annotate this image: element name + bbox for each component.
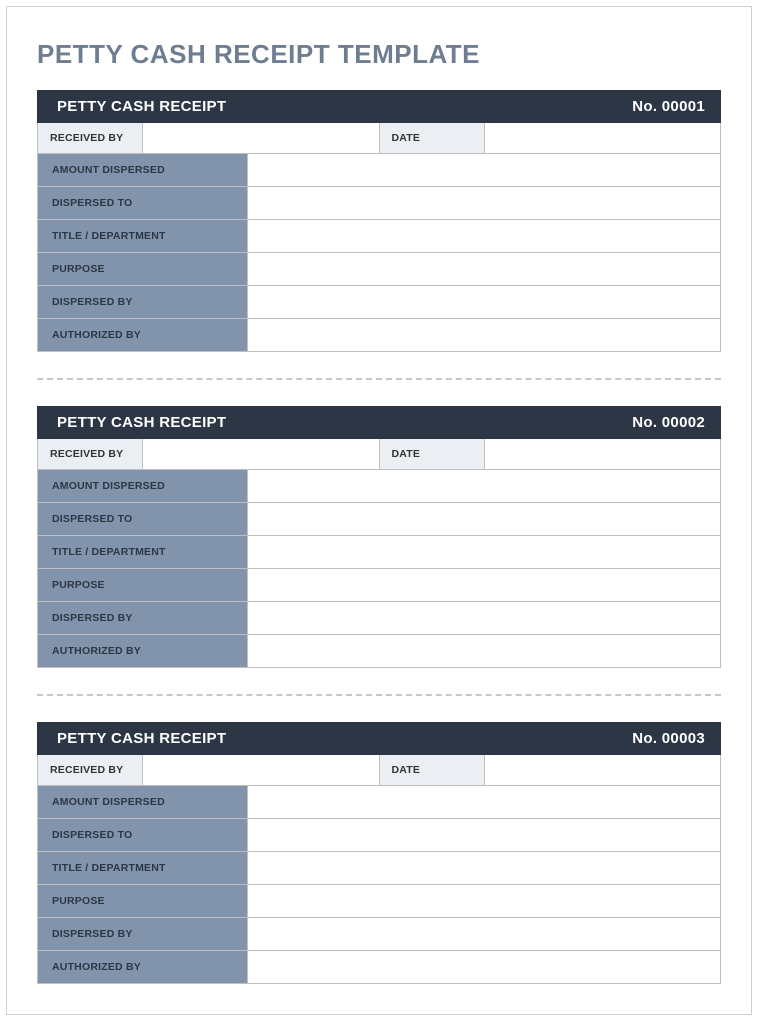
receipt-block: PETTY CASH RECEIPT No. 00002 RECEIVED BY… xyxy=(37,406,721,668)
authorized-by-label: AUTHORIZED BY xyxy=(38,951,248,983)
authorized-by-value[interactable] xyxy=(248,319,720,351)
dispersed-to-value[interactable] xyxy=(248,503,720,535)
page-title: PETTY CASH RECEIPT TEMPLATE xyxy=(37,39,721,70)
dispersed-by-label: DISPERSED BY xyxy=(38,918,248,950)
received-by-label: RECEIVED BY xyxy=(38,439,143,469)
detail-row: DISPERSED TO xyxy=(37,819,721,852)
detail-row: PURPOSE xyxy=(37,253,721,286)
receipt-header-title: PETTY CASH RECEIPT xyxy=(57,730,226,747)
dispersed-to-value[interactable] xyxy=(248,819,720,851)
detail-row: TITLE / DEPARTMENT xyxy=(37,220,721,253)
title-department-label: TITLE / DEPARTMENT xyxy=(38,852,248,884)
receipt-block: PETTY CASH RECEIPT No. 00001 RECEIVED BY… xyxy=(37,90,721,352)
receipt-block: PETTY CASH RECEIPT No. 00003 RECEIVED BY… xyxy=(37,722,721,984)
detail-row: AMOUNT DISPERSED xyxy=(37,786,721,819)
dispersed-to-value[interactable] xyxy=(248,187,720,219)
purpose-label: PURPOSE xyxy=(38,253,248,285)
amount-dispersed-label: AMOUNT DISPERSED xyxy=(38,154,248,186)
detail-row: AUTHORIZED BY xyxy=(37,635,721,668)
purpose-value[interactable] xyxy=(248,885,720,917)
detail-row: PURPOSE xyxy=(37,569,721,602)
detail-row: AMOUNT DISPERSED xyxy=(37,470,721,503)
date-label: DATE xyxy=(380,755,485,785)
date-label: DATE xyxy=(380,439,485,469)
title-department-label: TITLE / DEPARTMENT xyxy=(38,536,248,568)
detail-row: AUTHORIZED BY xyxy=(37,951,721,984)
detail-row: AMOUNT DISPERSED xyxy=(37,154,721,187)
title-department-value[interactable] xyxy=(248,220,720,252)
receipt-top-row: RECEIVED BY DATE xyxy=(37,123,721,154)
purpose-label: PURPOSE xyxy=(38,885,248,917)
amount-dispersed-value[interactable] xyxy=(248,470,720,502)
detail-row: DISPERSED BY xyxy=(37,918,721,951)
detail-row: TITLE / DEPARTMENT xyxy=(37,852,721,885)
separator xyxy=(37,378,721,380)
purpose-label: PURPOSE xyxy=(38,569,248,601)
authorized-by-label: AUTHORIZED BY xyxy=(38,635,248,667)
received-by-value[interactable] xyxy=(143,439,380,469)
receipt-number: No. 00003 xyxy=(632,730,705,747)
dispersed-to-label: DISPERSED TO xyxy=(38,503,248,535)
separator xyxy=(37,694,721,696)
amount-dispersed-label: AMOUNT DISPERSED xyxy=(38,470,248,502)
receipt-top-row: RECEIVED BY DATE xyxy=(37,755,721,786)
received-by-label: RECEIVED BY xyxy=(38,123,143,153)
receipt-header: PETTY CASH RECEIPT No. 00002 xyxy=(37,406,721,439)
authorized-by-label: AUTHORIZED BY xyxy=(38,319,248,351)
purpose-value[interactable] xyxy=(248,569,720,601)
title-department-value[interactable] xyxy=(248,536,720,568)
dispersed-by-label: DISPERSED BY xyxy=(38,602,248,634)
dispersed-to-label: DISPERSED TO xyxy=(38,187,248,219)
dispersed-to-label: DISPERSED TO xyxy=(38,819,248,851)
title-department-label: TITLE / DEPARTMENT xyxy=(38,220,248,252)
dispersed-by-value[interactable] xyxy=(248,286,720,318)
date-value[interactable] xyxy=(485,755,721,785)
received-by-value[interactable] xyxy=(143,123,380,153)
date-value[interactable] xyxy=(485,123,721,153)
authorized-by-value[interactable] xyxy=(248,951,720,983)
receipt-header: PETTY CASH RECEIPT No. 00003 xyxy=(37,722,721,755)
received-by-label: RECEIVED BY xyxy=(38,755,143,785)
dispersed-by-value[interactable] xyxy=(248,602,720,634)
detail-row: AUTHORIZED BY xyxy=(37,319,721,352)
receipt-number: No. 00001 xyxy=(632,98,705,115)
amount-dispersed-label: AMOUNT DISPERSED xyxy=(38,786,248,818)
receipt-header: PETTY CASH RECEIPT No. 00001 xyxy=(37,90,721,123)
received-by-value[interactable] xyxy=(143,755,380,785)
detail-row: DISPERSED TO xyxy=(37,187,721,220)
dispersed-by-label: DISPERSED BY xyxy=(38,286,248,318)
detail-row: DISPERSED TO xyxy=(37,503,721,536)
detail-row: PURPOSE xyxy=(37,885,721,918)
title-department-value[interactable] xyxy=(248,852,720,884)
page-container: PETTY CASH RECEIPT TEMPLATE PETTY CASH R… xyxy=(6,6,752,1015)
detail-row: TITLE / DEPARTMENT xyxy=(37,536,721,569)
date-label: DATE xyxy=(380,123,485,153)
detail-row: DISPERSED BY xyxy=(37,286,721,319)
amount-dispersed-value[interactable] xyxy=(248,154,720,186)
receipt-number: No. 00002 xyxy=(632,414,705,431)
amount-dispersed-value[interactable] xyxy=(248,786,720,818)
purpose-value[interactable] xyxy=(248,253,720,285)
authorized-by-value[interactable] xyxy=(248,635,720,667)
dispersed-by-value[interactable] xyxy=(248,918,720,950)
receipt-top-row: RECEIVED BY DATE xyxy=(37,439,721,470)
receipt-header-title: PETTY CASH RECEIPT xyxy=(57,98,226,115)
detail-row: DISPERSED BY xyxy=(37,602,721,635)
receipt-header-title: PETTY CASH RECEIPT xyxy=(57,414,226,431)
date-value[interactable] xyxy=(485,439,721,469)
